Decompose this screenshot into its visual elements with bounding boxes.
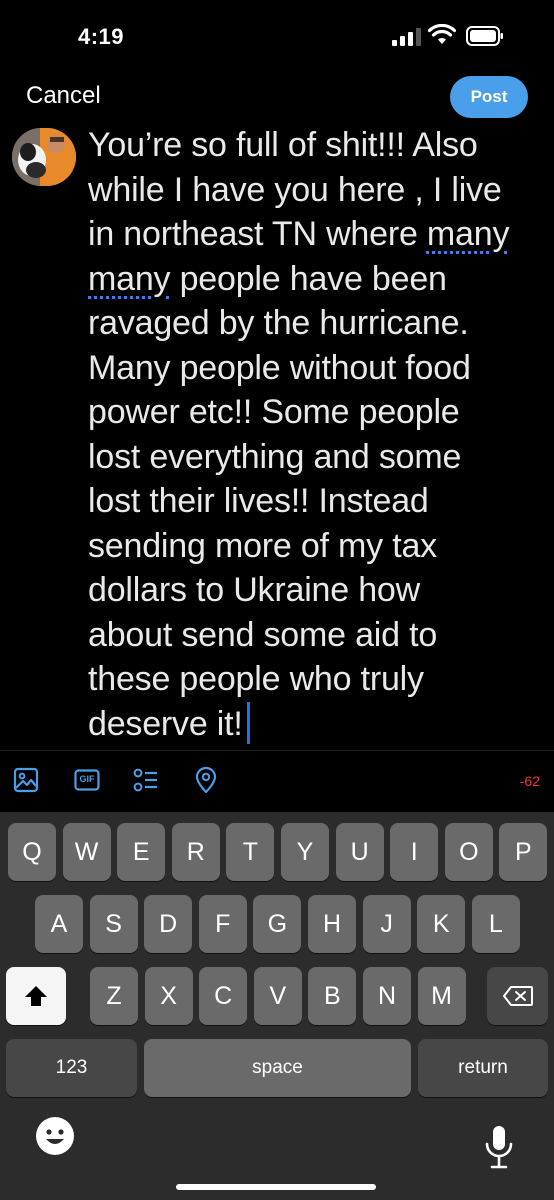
text-line: lost their lives!! Instead [88,482,429,520]
text-line: power etc!! Some people [88,393,460,431]
spellcheck-word[interactable]: many [427,215,510,253]
battery-icon [466,26,503,46]
key-t[interactable]: T [226,823,275,881]
text-line: dollars to Ukraine how [88,571,420,609]
text-line: many people have been [88,257,548,302]
key-p[interactable]: P [499,823,548,881]
key-j[interactable]: J [362,895,411,953]
key-h[interactable]: H [308,895,356,953]
text-line: ravaged by the hurricane. [88,304,469,342]
text-segment: people have been [170,259,447,298]
numbers-key[interactable]: 123 [6,1039,137,1097]
status-time: 4:19 [78,24,125,49]
emoji-icon[interactable] [36,1117,74,1155]
key-g[interactable]: G [253,895,302,953]
text-line: You’re so full of shit!!! Also [88,126,478,164]
text-line: in northeast TN where many [88,212,548,257]
image-icon[interactable] [12,766,40,794]
text-line: while I have you here , I live [88,170,502,209]
smiley-face-icon [46,1129,64,1144]
tweet-text-field[interactable]: You’re so full of shit!!! Also while I h… [88,123,548,746]
key-w[interactable]: W [62,823,111,881]
key-o[interactable]: O [444,823,493,881]
text-line: deserve it! [88,701,548,747]
key-a[interactable]: A [35,895,83,953]
avatar-photo-icon [12,128,76,186]
key-s[interactable]: S [89,895,138,953]
key-z[interactable]: Z [90,967,138,1025]
shift-key[interactable] [6,967,66,1025]
composer-header: Cancel Post [0,70,554,126]
key-y[interactable]: Y [281,823,329,881]
text-segment: deserve it! [88,704,243,743]
text-line: Many people without food [88,348,471,387]
text-line: lost everything and some [88,437,462,476]
key-d[interactable]: D [144,895,193,953]
microphone-icon[interactable] [484,1124,514,1170]
space-key[interactable]: space [144,1039,411,1097]
delete-key[interactable] [487,967,548,1025]
key-n[interactable]: N [363,967,411,1025]
key-m[interactable]: M [417,967,466,1025]
key-f[interactable]: F [198,895,247,953]
key-l[interactable]: L [471,895,520,953]
home-indicator [176,1184,376,1190]
text-cursor [246,701,250,744]
shift-arrow-icon [25,986,47,1006]
wifi-icon [428,24,456,44]
key-x[interactable]: X [144,967,193,1025]
spellcheck-word[interactable]: many [88,260,171,298]
key-r[interactable]: R [171,823,220,881]
post-button[interactable]: Post [450,76,528,118]
key-i[interactable]: I [390,823,439,881]
composer-toolbar: GIF -62 [0,752,554,812]
key-u[interactable]: U [335,823,384,881]
poll-icon[interactable] [132,766,160,794]
backspace-icon [502,986,533,1006]
location-icon[interactable] [192,766,220,794]
key-v[interactable]: V [253,967,302,1025]
text-line: these people who truly [88,660,424,698]
text-line: about send some aid to [88,615,438,654]
key-c[interactable]: C [199,967,248,1025]
key-k[interactable]: K [417,895,466,953]
return-key[interactable]: return [418,1039,548,1097]
toolbar-divider [0,750,554,751]
key-q[interactable]: Q [8,823,56,881]
avatar[interactable] [12,128,76,186]
cellular-signal-icon [392,28,421,46]
text-line: sending more of my tax [88,526,437,565]
key-b[interactable]: B [308,967,357,1025]
cancel-button[interactable]: Cancel [26,82,101,110]
text-segment: in northeast TN where [88,215,427,253]
gif-label: GIF [79,774,95,784]
key-e[interactable]: E [117,823,166,881]
gif-icon[interactable]: GIF [73,766,101,794]
character-count: -62 [519,773,540,789]
status-bar: 4:19 [0,0,554,70]
